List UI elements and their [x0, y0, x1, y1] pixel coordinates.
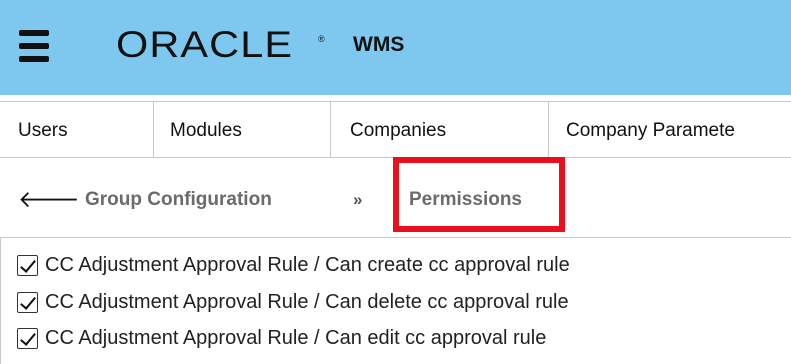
permission-checkbox[interactable] [17, 327, 38, 349]
permission-item[interactable]: CC Adjustment Approval Rule / Can delete… [17, 289, 569, 315]
permission-item[interactable]: CC Adjustment Approval Rule / Can edit c… [17, 325, 546, 351]
breadcrumb-current-permissions: Permissions [409, 189, 522, 210]
permission-label: CC Adjustment Approval Rule / Can edit c… [45, 327, 547, 349]
app-name: WMS [353, 33, 405, 56]
tab-company-parameters[interactable]: Company Paramete [549, 102, 791, 157]
hamburger-menu-icon[interactable] [19, 30, 49, 62]
breadcrumb-separator-icon: » [353, 190, 363, 209]
tab-users[interactable]: Users [0, 102, 154, 157]
permission-label: CC Adjustment Approval Rule / Can delete… [45, 291, 569, 313]
permission-item[interactable]: CC Adjustment Approval Rule / Can create… [17, 252, 570, 278]
permission-checkbox[interactable] [17, 254, 38, 276]
back-arrow-icon[interactable]: 🡐 [18, 187, 80, 211]
app-header: ORACLE ® WMS [0, 0, 791, 95]
tab-companies[interactable]: Companies [331, 102, 549, 157]
menu-bar [19, 43, 49, 49]
menu-bar [19, 30, 49, 36]
module-tabs: Users Modules Companies Company Paramete [0, 101, 791, 158]
registered-mark: ® [318, 34, 325, 44]
menu-bar [19, 56, 49, 62]
permission-checkbox[interactable] [17, 291, 38, 313]
permissions-list: CC Adjustment Approval Rule / Can create… [0, 237, 791, 364]
tab-modules[interactable]: Modules [154, 102, 331, 157]
permission-label: CC Adjustment Approval Rule / Can create… [45, 254, 570, 276]
breadcrumb-group-configuration[interactable]: Group Configuration [85, 188, 272, 212]
oracle-logo: ORACLE [116, 24, 294, 65]
